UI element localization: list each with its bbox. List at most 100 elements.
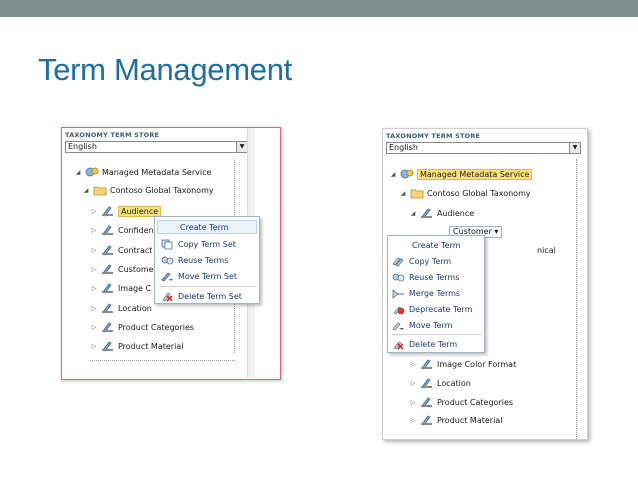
chevron-down-icon[interactable]: ▼ xyxy=(236,142,247,152)
delete-term-set-menu-item[interactable]: Delete Term Set xyxy=(161,289,242,303)
menu-item-label: Merge Terms xyxy=(409,288,461,298)
tree-node-label: Confiden xyxy=(118,225,154,235)
menu-item-label: Create Term xyxy=(180,222,229,232)
expander-icon[interactable]: ▷ xyxy=(409,417,417,424)
tree-node[interactable]: ▷ Location xyxy=(409,376,471,390)
delete-term-menu-item[interactable]: Delete Term xyxy=(392,337,457,351)
tree-node[interactable]: ◢ Contoso Global Taxonomy xyxy=(82,183,214,197)
tree-node-label: Audience xyxy=(118,205,162,217)
move-term-set-menu-item[interactable]: Move Term Set xyxy=(161,269,237,283)
tree-node-label: Contoso Global Taxonomy xyxy=(110,185,214,195)
merge-icon xyxy=(392,288,404,299)
term-set-icon xyxy=(421,359,432,370)
language-select[interactable]: English ▼ xyxy=(65,141,248,153)
expander-icon[interactable]: ◢ xyxy=(82,187,90,194)
tree-node-label: Image C xyxy=(118,283,152,293)
tree-node[interactable]: ▷ Custome xyxy=(90,262,154,276)
menu-item-label: Delete Term Set xyxy=(178,291,242,301)
expander-icon[interactable]: ▷ xyxy=(90,285,98,292)
expander-icon[interactable]: ▷ xyxy=(90,343,98,350)
tree-node-label: Product Material xyxy=(118,341,184,351)
expander-icon[interactable]: ◢ xyxy=(399,190,407,197)
tree-node-label: Product Categories xyxy=(437,397,514,407)
chevron-down-icon[interactable]: ▼ xyxy=(569,143,580,153)
copy-icon xyxy=(392,257,404,266)
tree-node[interactable]: ▷ Product Categories xyxy=(90,320,194,334)
tree-node[interactable]: ▷ Confiden xyxy=(90,223,154,237)
expander-icon[interactable]: ▷ xyxy=(409,399,417,406)
expander-icon[interactable]: ▷ xyxy=(90,305,98,312)
language-value: English xyxy=(389,143,418,152)
menu-item-label: Move Term xyxy=(409,320,453,330)
tree-node[interactable]: ▷ Contract xyxy=(90,243,152,257)
tree-node[interactable]: ◢ Managed Metadata Service xyxy=(389,167,533,181)
menu-separator xyxy=(159,286,257,287)
language-select[interactable]: English ▼ xyxy=(386,142,581,154)
menu-item-label: Create Term xyxy=(412,240,461,250)
tree-node[interactable]: ◢ Audience xyxy=(409,206,474,220)
term-store-panel-right: TAXONOMY TERM STORE English ▼ ◢ Managed … xyxy=(382,128,588,440)
move-icon xyxy=(392,322,404,330)
copy-icon xyxy=(161,239,173,249)
expander-icon[interactable]: ▷ xyxy=(90,324,98,331)
context-menu: Create Term Copy Term Set Reuse Terms Mo… xyxy=(154,216,260,304)
store-header: TAXONOMY TERM STORE xyxy=(65,131,160,139)
tree-node-label: Location xyxy=(118,303,152,313)
tree-node-label: Image Color Format xyxy=(437,359,517,369)
term-set-icon xyxy=(102,206,113,217)
create-term-menu-item[interactable]: Create Term xyxy=(157,220,257,234)
expander-icon[interactable]: ▷ xyxy=(409,380,417,387)
create-term-menu-item[interactable]: Create Term xyxy=(390,238,482,252)
deprecate-term-menu-item[interactable]: Deprecate Term xyxy=(392,302,473,316)
reuse-terms-menu-item[interactable]: Reuse Terms xyxy=(392,270,459,284)
term-set-icon xyxy=(421,415,432,426)
menu-item-label: Move Term Set xyxy=(178,271,238,281)
menu-item-label: Delete Term xyxy=(409,339,458,349)
language-value: English xyxy=(68,142,97,151)
tree-border xyxy=(90,360,235,361)
tree-node-partial: nical xyxy=(537,243,556,257)
expander-icon[interactable]: ▷ xyxy=(90,227,98,234)
tree-node-label: Managed Metadata Service xyxy=(417,168,533,180)
tree-node[interactable]: ▷ Audience xyxy=(90,204,162,218)
tree-node[interactable]: ▷ Product Material xyxy=(90,339,183,353)
tree-node-label: Contract xyxy=(118,245,153,255)
expander-icon[interactable]: ▷ xyxy=(90,208,98,215)
tree-node[interactable]: ▷ Location xyxy=(90,301,152,315)
expander-icon[interactable]: ▷ xyxy=(90,266,98,273)
deprecate-icon xyxy=(393,306,405,314)
reuse-terms-menu-item[interactable]: Reuse Terms xyxy=(161,253,228,267)
slide-title: Term Management xyxy=(38,52,292,87)
term-set-icon xyxy=(102,245,113,256)
term-set-icon xyxy=(102,264,113,275)
term-set-icon xyxy=(421,378,432,389)
tree-node[interactable]: ▷ Image Color Format xyxy=(409,357,516,371)
tree-node[interactable]: ▷ Product Categories xyxy=(409,395,513,409)
metadata-service-icon xyxy=(85,167,99,177)
tree-node[interactable]: ▷ Product Material xyxy=(409,413,502,427)
tree-node[interactable]: ◢ Contoso Global Taxonomy xyxy=(399,186,531,200)
term-set-icon xyxy=(102,283,113,294)
tree-node-label: Audience xyxy=(437,208,475,218)
expander-icon[interactable]: ◢ xyxy=(74,169,82,176)
delete-icon xyxy=(393,341,404,350)
folder-icon xyxy=(93,186,107,196)
term-store-panel-left: TAXONOMY TERM STORE English ▼ ◢ Managed … xyxy=(61,127,281,380)
expander-icon[interactable]: ◢ xyxy=(389,171,397,178)
tree-node-label: Location xyxy=(437,378,471,388)
copy-term-menu-item[interactable]: Copy Term xyxy=(392,254,451,268)
reuse-icon xyxy=(392,273,405,281)
expander-icon[interactable]: ◢ xyxy=(409,210,417,217)
copy-term-set-menu-item[interactable]: Copy Term Set xyxy=(161,237,236,251)
move-term-menu-item[interactable]: Move Term xyxy=(392,318,452,332)
tree-node[interactable]: ▷ Image C xyxy=(90,281,151,295)
tree-node-label: Managed Metadata Service xyxy=(102,167,212,177)
term-set-icon xyxy=(102,225,113,236)
store-header: TAXONOMY TERM STORE xyxy=(386,132,481,140)
delete-icon xyxy=(162,291,173,302)
move-icon xyxy=(161,272,173,281)
merge-terms-menu-item[interactable]: Merge Terms xyxy=(392,286,460,300)
tree-node[interactable]: ◢ Managed Metadata Service xyxy=(74,165,212,179)
expander-icon[interactable]: ▷ xyxy=(90,247,98,254)
expander-icon[interactable]: ▷ xyxy=(409,361,417,368)
